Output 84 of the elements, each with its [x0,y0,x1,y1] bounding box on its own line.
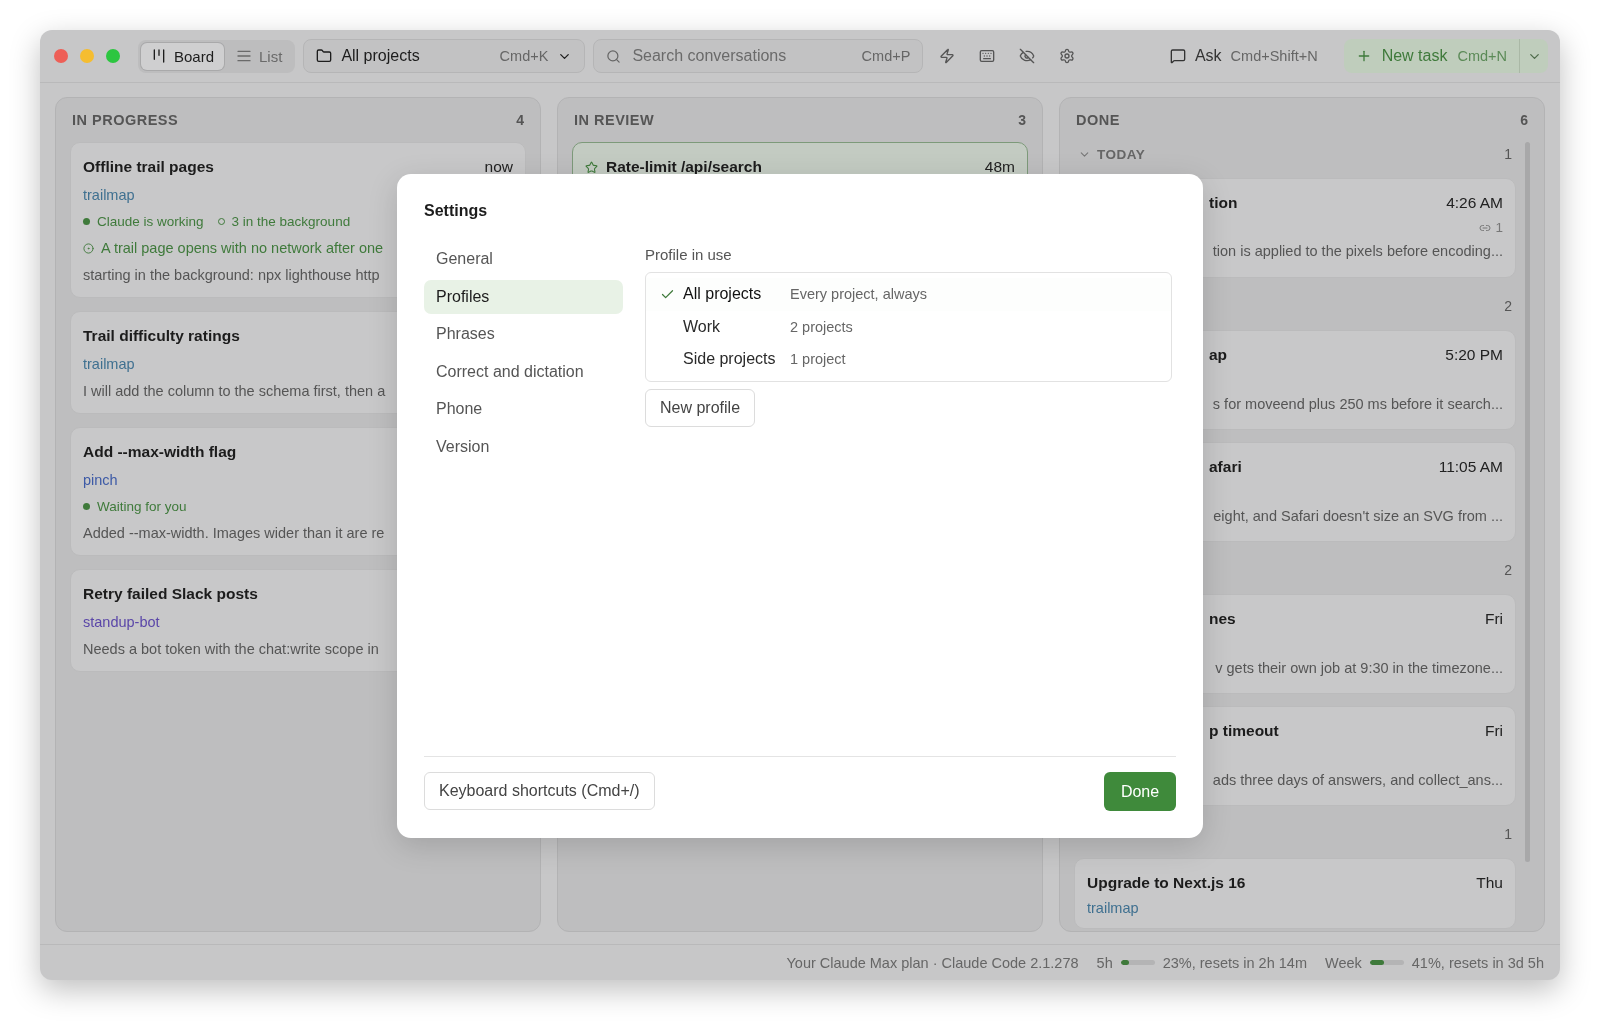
list-icon [236,48,253,64]
meter-label: 5h [1096,954,1113,971]
status-text: Claude is working [97,214,204,229]
new-profile-button[interactable]: New profile [645,388,756,427]
keyboard-shortcuts-button[interactable]: Keyboard shortcuts (Cmd+/) [424,772,655,810]
task-summary: Added --max-width. Images wider than it are re [83,525,385,541]
task-summary: Needs a bot token with the chat:write scope in [83,641,379,657]
task-title: Rate-limit /api/search [606,158,762,176]
ask-button[interactable]: Ask Cmd+Shift+N [1163,46,1324,66]
task-title: ap [1209,346,1228,364]
settings-nav-item[interactable]: Profiles [424,279,623,314]
zoom-button[interactable] [106,49,120,63]
meter-reading: 23%, resets in 2h 14m [1162,954,1307,971]
task-summary: s for moveend plus 250 ms before it search... [1212,396,1503,412]
board-icon [151,48,167,64]
profile-detail: 1 project [790,351,846,368]
task-time: 4:26 AM [1446,194,1503,212]
column-title: IN PROGRESS [72,112,179,128]
plan-text: Your Claude Max plan · Claude Code 2.1.278 [786,954,1079,971]
status-text: 3 in the background [231,214,351,229]
task-title: p timeout [1209,722,1279,740]
task-time: Fri [1484,610,1503,628]
task-title: nes [1209,610,1236,628]
task-title: Trail difficulty ratings [83,327,240,345]
goal-text: A trail page opens with no network after one [101,240,384,256]
section-label: Profile in use [645,246,732,263]
column-title: DONE [1076,112,1120,128]
task-title: afari [1209,458,1242,476]
task-summary: v gets their own job at 9:30 in the timezone... [1215,660,1503,676]
group-count: 1 [1504,146,1512,162]
task-title: Offline trail pages [83,158,214,176]
task-card[interactable]: Upgrade to Next.js 16 Thu trailmap [1074,858,1516,929]
minimize-button[interactable] [80,49,94,63]
status-text: Waiting for you [97,499,187,514]
column-count: 6 [1520,112,1528,128]
task-summary: ads three days of answers, and collect_ans... [1212,772,1503,788]
close-button[interactable] [54,49,68,63]
search-input[interactable]: Search conversations [630,46,853,66]
profile-name[interactable]: Side projects [683,350,790,369]
project-name: standup-bot [83,614,160,630]
task-time: now [484,158,513,176]
status-dot [83,218,90,225]
group-count: 2 [1504,562,1512,578]
project-name: trailmap [1087,900,1139,916]
target-icon [83,242,94,254]
task-title: Add --max-width flag [83,443,237,461]
profile-name[interactable]: All projects [683,285,790,304]
profile-name[interactable]: Work [683,317,790,336]
project-picker[interactable]: All projects Cmd+K [303,39,586,73]
folder-icon [316,48,333,64]
column-count: 3 [1018,112,1026,128]
meter-reading: 41%, resets in 3d 5h [1411,954,1544,971]
task-title: tion [1209,194,1238,212]
task-time: 11:05 AM [1438,458,1503,476]
group-count: 1 [1504,826,1512,842]
column-count: 4 [516,112,524,128]
task-time: 5:20 PM [1445,346,1503,364]
chat-icon [1169,48,1186,64]
project-name: trailmap [83,187,135,203]
task-time: Thu [1476,874,1503,892]
task-title: Retry failed Slack posts [83,585,258,603]
group-label: TODAY [1097,146,1146,162]
usage-meter [1369,960,1404,965]
task-time: 48m [984,158,1015,176]
profile-detail: Every project, always [790,286,927,303]
task-summary: eight, and Safari doesn't size an SVG from ... [1213,508,1503,524]
search-icon [606,48,622,64]
task-summary: I will add the column to the schema first, then a [83,383,386,399]
column-title: IN REVIEW [574,112,655,128]
status-dot [83,503,90,510]
task-time: Fri [1484,722,1503,740]
task-title: Upgrade to Next.js 16 [1087,874,1246,892]
project-name: pinch [83,472,118,488]
profile-detail: 2 projects [790,318,853,335]
usage-meter [1120,960,1155,965]
dialog-title: Settings [424,202,489,220]
task-summary: tion is applied to the pixels before encoding... [1212,243,1503,259]
view-tab[interactable]: Board [141,42,225,70]
done-button[interactable]: Done [1104,772,1176,811]
link-count: 1 [1479,220,1503,235]
task-summary: starting in the background: npx lighthouse http [83,267,380,283]
group-count: 2 [1504,298,1512,314]
meter-label: Week [1325,954,1362,971]
project-name: trailmap [83,356,135,372]
